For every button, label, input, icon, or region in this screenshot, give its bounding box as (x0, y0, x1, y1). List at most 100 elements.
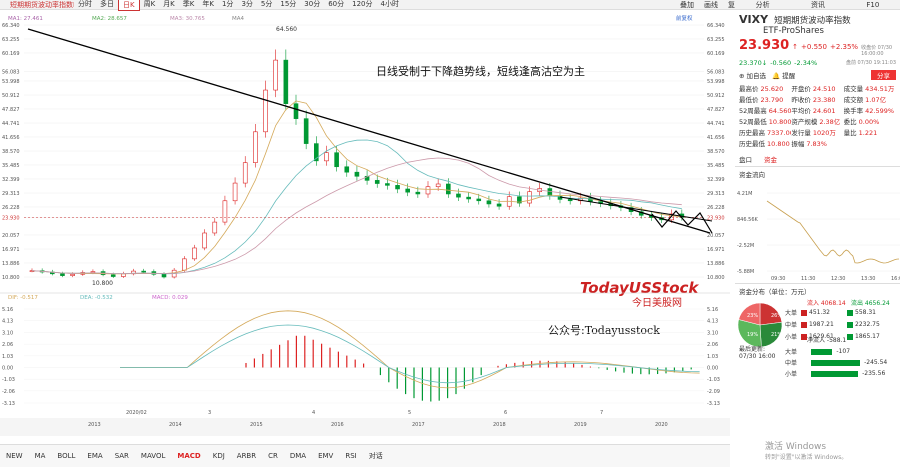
macd-tick-right: -1.03 (707, 377, 720, 383)
price-chart-area[interactable]: 66.340 66.340 63.255 63.255 60.169 60.169 56.0… (0, 11, 730, 443)
price-tick-left: 20.057 (2, 233, 20, 239)
year-label: 2018 (493, 422, 506, 428)
period-tab-12[interactable]: 60分 (324, 0, 348, 11)
outflow-total: 流出 4656.24 (851, 300, 890, 307)
quote-label: 平均价 (791, 107, 811, 115)
net-row: 大单 -107 (785, 347, 899, 356)
premarket-change: -0.560 (770, 59, 792, 67)
period-tab-14[interactable]: 4小时 (377, 0, 403, 11)
candle-body (527, 191, 532, 204)
analysis-annotation: 日线受制于下降趋势线，短线逢高沽空为主 (376, 64, 585, 78)
fund-pie-chart: 23% 26% 19% 21% (737, 302, 782, 348)
period-tab-8[interactable]: 3分 (237, 0, 256, 11)
price-tick-right: 63.255 (707, 37, 725, 43)
security-name: 短期期货波动率指数 (774, 16, 851, 26)
year-label: 2016 (331, 422, 344, 428)
price-tick-right: 66.340 (707, 23, 725, 29)
watermark-cn: 今日美股网 (632, 296, 682, 309)
macd-date-label: 7 (600, 410, 603, 416)
flow-line (766, 200, 900, 264)
period-tab-10[interactable]: 15分 (276, 0, 300, 11)
candle-body (547, 188, 553, 197)
price-pct: +2.35% (829, 43, 859, 51)
indicator-tab-ma[interactable]: MA (29, 452, 52, 460)
side-tab-1[interactable]: 资讯 (811, 0, 825, 10)
period-tab-5[interactable]: 季K (179, 0, 199, 11)
indicator-tab-sar[interactable]: SAR (109, 452, 135, 460)
macd-tick-right: 0.00 (707, 366, 718, 372)
kline-svg[interactable]: 66.340 66.340 63.255 63.255 60.169 60.169 56.0… (0, 11, 730, 443)
candle-body (334, 152, 339, 168)
indicator-tab-对话[interactable]: 对话 (363, 451, 389, 461)
period-tab-3[interactable]: 周K (140, 0, 160, 11)
indicator-tab-boll[interactable]: BOLL (51, 452, 81, 460)
window-title: 短期期货波动率指数ETF (10, 0, 74, 9)
quote-value: 23.790 (760, 96, 784, 104)
candle-body (141, 270, 146, 273)
timeline-scroller[interactable] (0, 418, 730, 436)
downtrend-line[interactable] (27, 28, 711, 234)
flow-tab-0[interactable]: 盘口 (739, 154, 752, 164)
price-tick-left: 23.930 (2, 215, 20, 221)
quote-value: 24.510 (812, 85, 836, 93)
indicator-tab-cr[interactable]: CR (262, 452, 284, 460)
candle-body (415, 191, 421, 195)
premarket-pct: -2.34% (794, 59, 818, 67)
indicator-tab-dma[interactable]: DMA (284, 452, 312, 460)
indicator-tab-new[interactable]: NEW (0, 452, 29, 460)
indicator-tab-arbr[interactable]: ARBR (231, 452, 262, 460)
macd-tick-left: -1.03 (2, 377, 15, 383)
quote-value: 7337.00 (767, 129, 792, 137)
period-tab-4[interactable]: 月K (159, 0, 179, 11)
period-tab-13[interactable]: 120分 (348, 0, 376, 11)
high-label: 64.560 (276, 26, 297, 33)
ma-legend-ma2: MA2: 28.657 (92, 16, 127, 22)
price-tick-left: 29.313 (2, 191, 20, 197)
quote-value: 10.800 (767, 140, 790, 148)
indicator-tab-ema[interactable]: EMA (81, 452, 108, 460)
quote-label: 成交额 (843, 96, 864, 104)
toolbar-action-0[interactable]: 叠加 (680, 0, 694, 10)
candle-body (456, 193, 461, 198)
price-tick-left: 13.886 (2, 261, 20, 267)
out-value: 2232.75 (855, 321, 880, 328)
net-label: 小单 (785, 371, 798, 378)
indicator-tab-macd[interactable]: MACD (171, 452, 206, 460)
net-row: 中单 -245.54 (785, 358, 899, 367)
toolbar-action-1[interactable]: 画线 (704, 0, 718, 10)
year-label: 2017 (412, 422, 425, 428)
period-tab-6[interactable]: 年K (198, 0, 218, 11)
adjust-label[interactable]: 前复权 (676, 14, 693, 22)
quote-cell: 换手率 42.599% (844, 105, 896, 115)
price-tick-right: 35.485 (707, 163, 725, 169)
candle-body (476, 198, 482, 202)
side-tab-0[interactable]: 分析 (756, 0, 770, 10)
fund-row-label: 小单 (785, 334, 798, 341)
candle-body (121, 273, 126, 277)
out-bar (847, 333, 853, 340)
quote-label: 换手率 (843, 107, 864, 115)
net-label: 大单 (785, 349, 798, 356)
share-button[interactable]: 分享 (871, 70, 896, 80)
indicator-tab-kdj[interactable]: KDJ (207, 452, 231, 460)
period-tab-2[interactable]: 日K (118, 0, 140, 11)
period-tab-9[interactable]: 5分 (257, 0, 276, 11)
candle-body (405, 188, 410, 193)
quote-cell: 昨收价 23.380 (791, 94, 843, 104)
candle-body (395, 185, 400, 190)
indicator-tab-mavol[interactable]: MAVOL (135, 452, 171, 460)
candle-body (232, 182, 238, 202)
indicator-tab-rsi[interactable]: RSI (339, 452, 362, 460)
period-tab-1[interactable]: 多日 (96, 0, 118, 11)
side-tab-2[interactable]: F10 (866, 1, 879, 9)
indicator-tab-emv[interactable]: EMV (312, 452, 339, 460)
period-tab-11[interactable]: 30分 (300, 0, 324, 11)
quote-cell: 资产规模 2.38亿 (791, 116, 843, 126)
flow-tab-1[interactable]: 资金 (764, 154, 777, 164)
period-tab-7[interactable]: 1分 (218, 0, 237, 11)
period-tab-0[interactable]: 分时 (74, 0, 96, 11)
fund-flow-chart[interactable]: 4.21M 846.56K -2.52M -5.88M 09:30 11:30 12:30 1… (735, 181, 900, 282)
add-watchlist-button[interactable]: ⊕ 加自选 (739, 70, 766, 80)
ma-legend-ma3: MA3: 30.765 (170, 16, 205, 22)
alert-button[interactable]: 🔔 提醒 (772, 70, 795, 80)
